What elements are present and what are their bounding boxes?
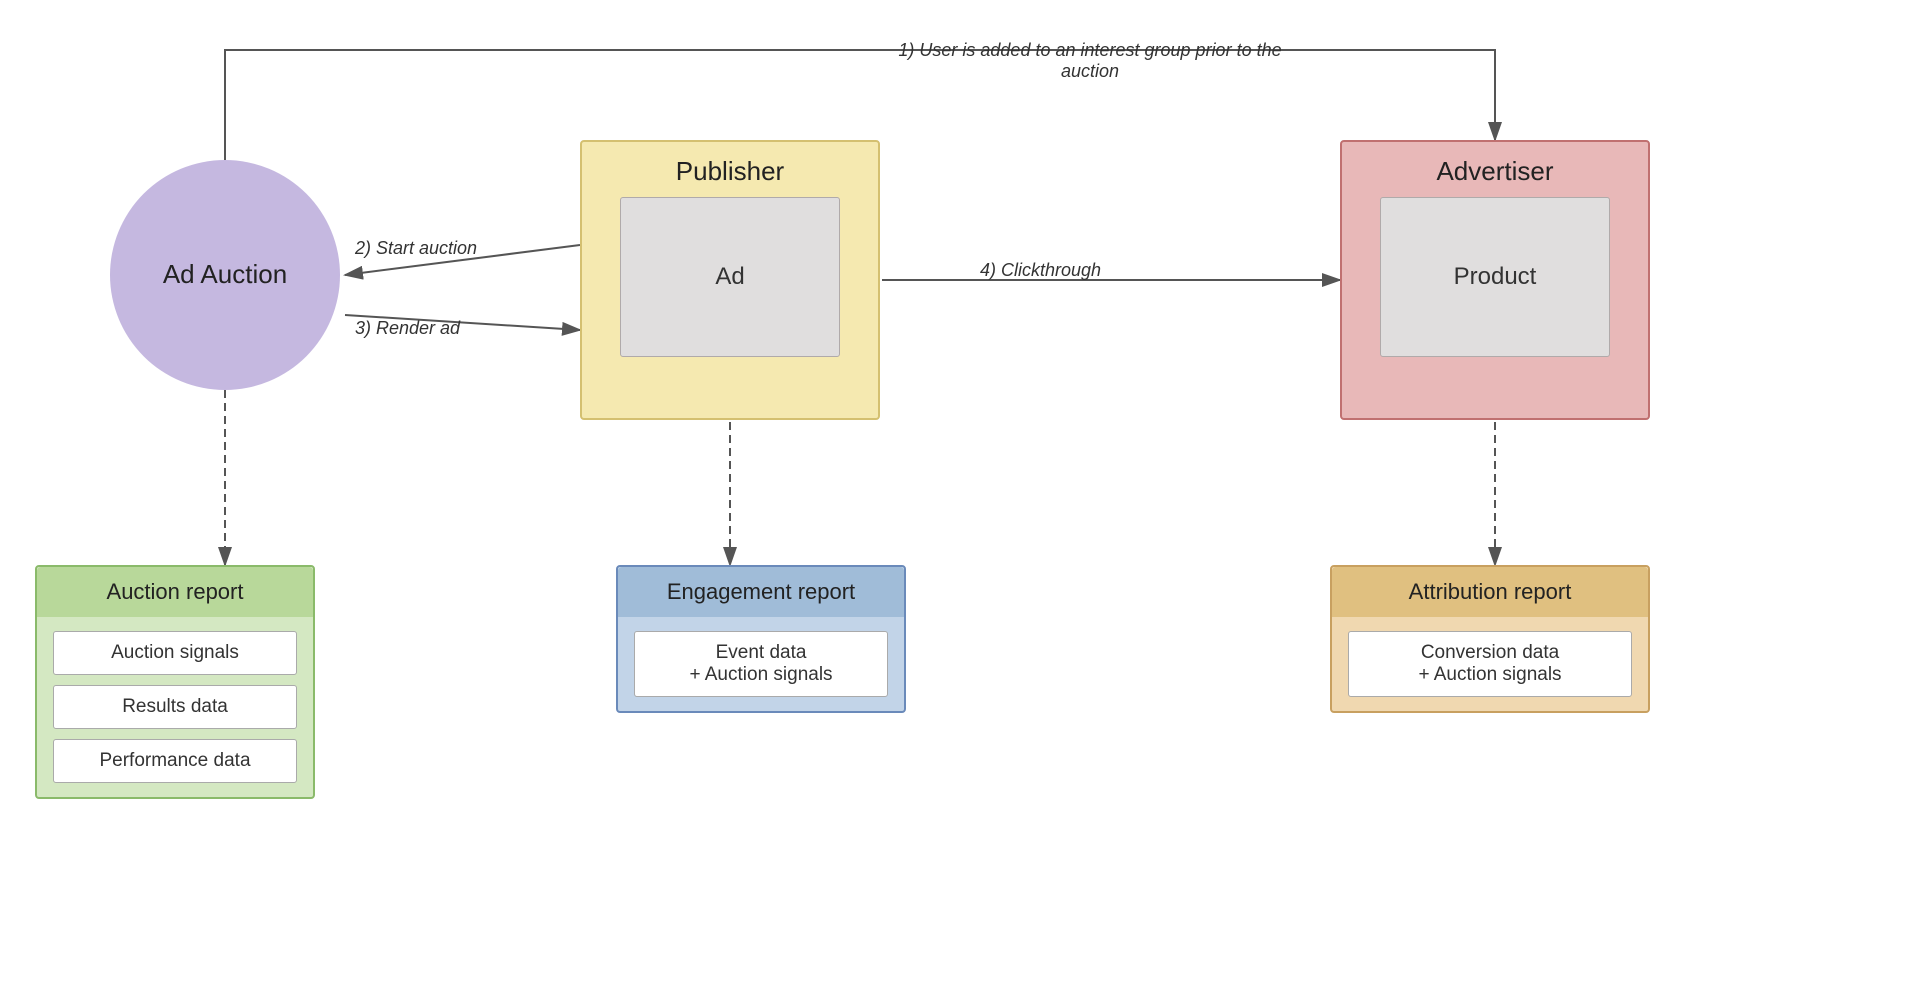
advertiser-inner-box: Product xyxy=(1380,197,1610,357)
auction-report-body: Auction signals Results data Performance… xyxy=(37,617,313,797)
engagement-report-body: Event data + Auction signals xyxy=(618,617,904,711)
annotation-start-auction: 2) Start auction xyxy=(355,238,477,259)
attribution-report-body: Conversion data + Auction signals xyxy=(1332,617,1648,711)
publisher-inner-label: Ad xyxy=(715,263,744,291)
auction-report-item-0: Auction signals xyxy=(53,631,297,675)
engagement-report-item-0: Event data + Auction signals xyxy=(634,631,888,697)
advertiser-inner-label: Product xyxy=(1454,263,1537,291)
auction-report-item-2: Performance data xyxy=(53,739,297,783)
attribution-report-item-0: Conversion data + Auction signals xyxy=(1348,631,1632,697)
auction-report-item-1: Results data xyxy=(53,685,297,729)
publisher-inner-box: Ad xyxy=(620,197,840,357)
engagement-report-header: Engagement report xyxy=(618,567,904,617)
advertiser-title: Advertiser xyxy=(1436,142,1553,197)
attribution-report-header: Attribution report xyxy=(1332,567,1648,617)
publisher-title: Publisher xyxy=(676,142,784,197)
auction-report-box: Auction report Auction signals Results d… xyxy=(35,565,315,799)
ad-auction-circle: Ad Auction xyxy=(110,160,340,390)
attribution-report-box: Attribution report Conversion data + Auc… xyxy=(1330,565,1650,713)
auction-report-header: Auction report xyxy=(37,567,313,617)
advertiser-box: Advertiser Product xyxy=(1340,140,1650,420)
engagement-report-box: Engagement report Event data + Auction s… xyxy=(616,565,906,713)
annotation-render-ad: 3) Render ad xyxy=(355,318,460,339)
ad-auction-label: Ad Auction xyxy=(163,258,287,292)
annotation-user-added: 1) User is added to an interest group pr… xyxy=(890,40,1290,82)
publisher-box: Publisher Ad xyxy=(580,140,880,420)
annotation-clickthrough: 4) Clickthrough xyxy=(980,260,1101,281)
diagram-container: Ad Auction 2) Start auction 3) Render ad… xyxy=(0,0,1908,988)
